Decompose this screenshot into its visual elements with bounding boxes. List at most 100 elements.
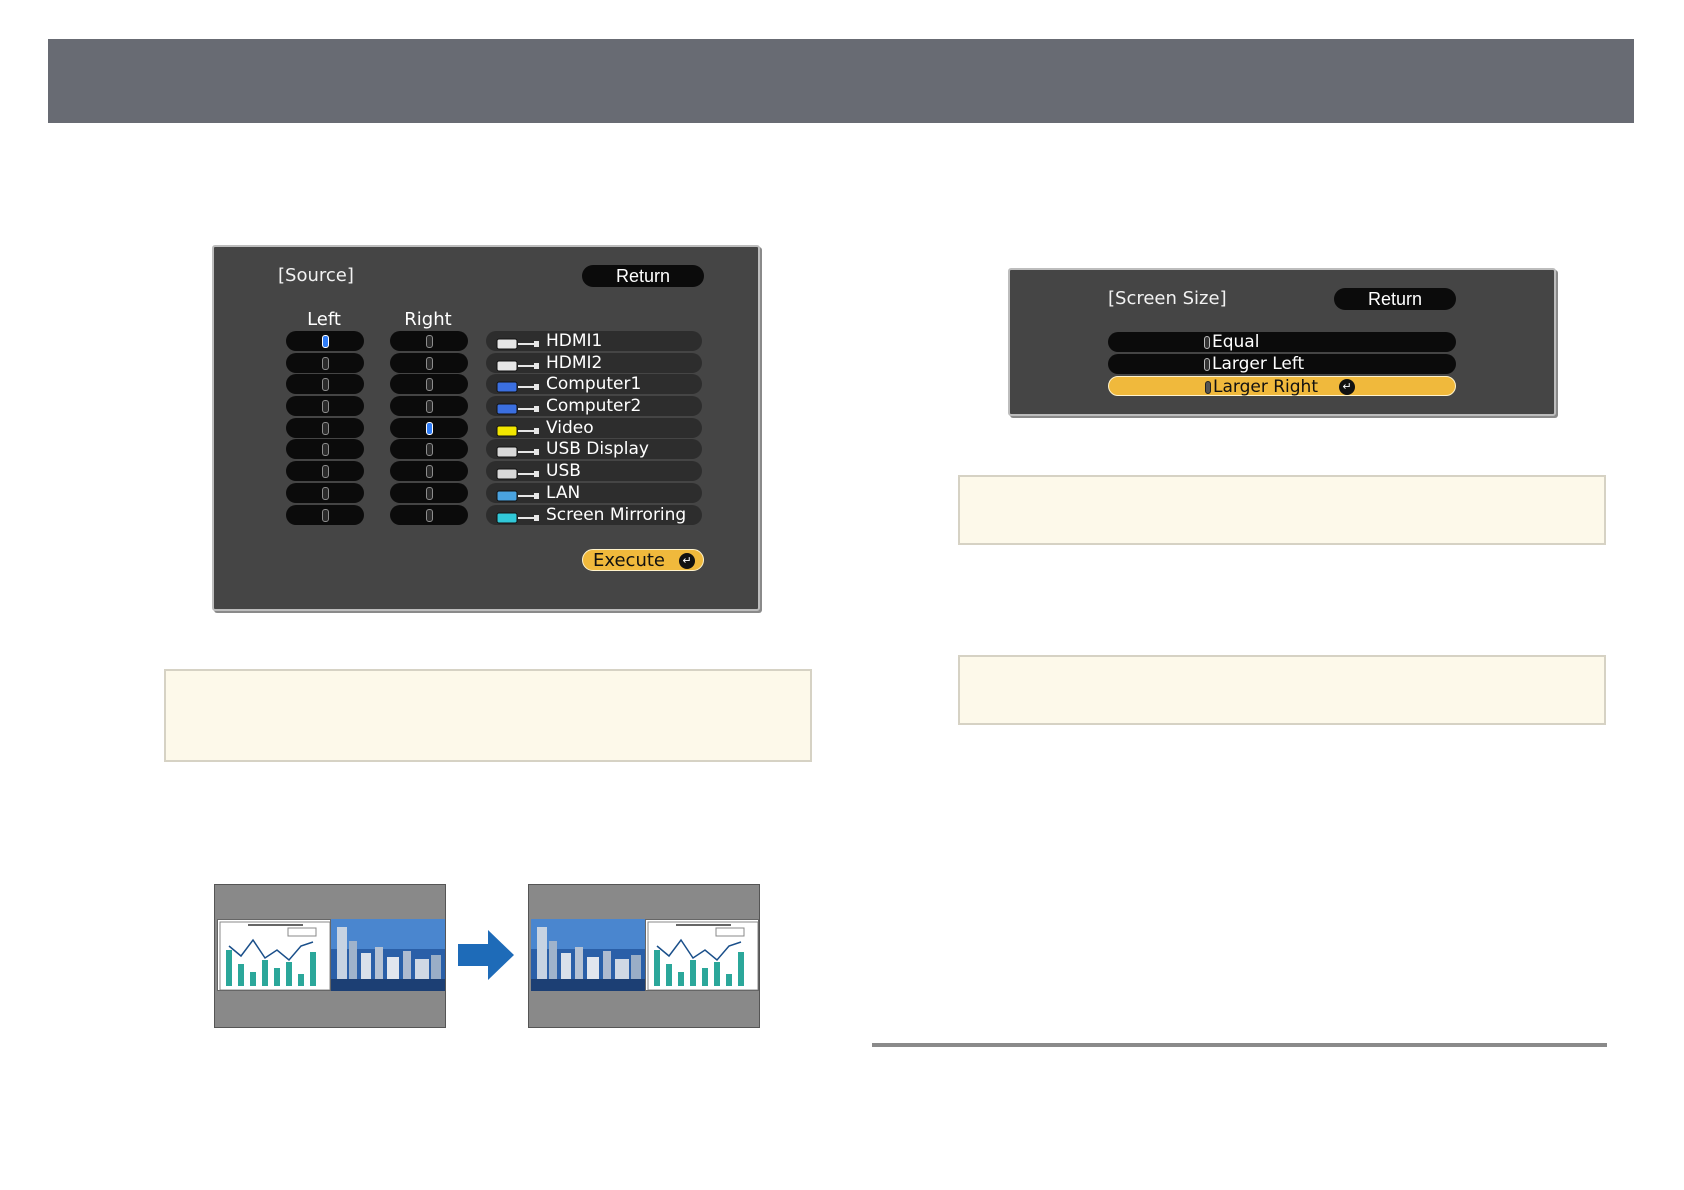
left-source-option[interactable] [286, 374, 364, 395]
right-source-option[interactable] [390, 352, 468, 373]
radio-indicator-icon [1205, 381, 1211, 394]
source-label: LAN [546, 482, 581, 503]
source-menu-title: [Source] [278, 265, 354, 286]
computer-port-icon [496, 400, 540, 415]
screen-size-option[interactable]: Larger Left [1108, 354, 1456, 374]
left-source-option[interactable] [286, 417, 364, 438]
enter-icon: ↵ [679, 553, 695, 569]
return-button[interactable]: Return [582, 265, 704, 287]
source-label: HDMI1 [546, 331, 603, 351]
lan-wireless-icon [496, 487, 540, 502]
source-item[interactable]: USB [486, 461, 702, 482]
city-photo-right [331, 919, 445, 991]
screen-size-option-label: Equal [1212, 332, 1260, 352]
screen-size-menu-title: [Screen Size] [1108, 288, 1227, 309]
source-menu-panel: [Source] Return Left Right HDMI1 HDMI2 Com… [212, 245, 760, 611]
left-source-option[interactable] [286, 439, 364, 460]
screen-size-option[interactable]: Equal [1108, 332, 1456, 352]
city-photo-graphic [531, 919, 645, 991]
radio-indicator-icon [426, 356, 433, 370]
source-list: HDMI1 HDMI2 Computer1 Computer2 Video USB Dis… [486, 331, 702, 526]
usb-icon [496, 465, 540, 480]
radio-indicator-icon [426, 400, 433, 414]
screen-size-option[interactable]: Larger Right ↵ [1108, 376, 1456, 397]
right-source-radio-column [390, 331, 468, 526]
source-label: Computer1 [546, 374, 642, 395]
right-column-header: Right [404, 309, 452, 330]
note-box-left [164, 669, 812, 762]
source-item[interactable]: HDMI1 [486, 331, 702, 351]
note-box-right-1 [958, 475, 1606, 545]
radio-indicator-icon [322, 486, 329, 500]
source-item[interactable]: USB Display [486, 439, 702, 460]
return-button[interactable]: Return [1334, 288, 1456, 310]
city-photo-left [531, 919, 645, 991]
execute-label: Execute [593, 550, 665, 571]
hdmi-icon [496, 335, 540, 350]
arrow-right-icon [458, 930, 514, 980]
city-photo-graphic [331, 919, 445, 991]
chart-thumbnail-graphic [647, 921, 758, 990]
note-box-right-2 [958, 655, 1606, 725]
left-column-header: Left [307, 309, 341, 330]
left-source-option[interactable] [286, 482, 364, 503]
right-source-option[interactable] [390, 331, 468, 351]
radio-indicator-icon [322, 400, 329, 414]
radio-indicator-icon [1204, 358, 1210, 371]
screen-size-options: Equal Larger Left Larger Right ↵ [1108, 332, 1456, 398]
left-source-option[interactable] [286, 461, 364, 482]
radio-indicator-icon [426, 421, 433, 435]
radio-indicator-icon [322, 421, 329, 435]
right-source-option[interactable] [390, 374, 468, 395]
source-item[interactable]: Computer1 [486, 374, 702, 395]
radio-indicator-icon [322, 443, 329, 457]
split-screen-before-illustration [214, 884, 446, 1028]
radio-indicator-icon [426, 465, 433, 479]
radio-indicator-icon [322, 378, 329, 392]
right-source-option[interactable] [390, 396, 468, 417]
left-source-option[interactable] [286, 331, 364, 351]
right-source-option[interactable] [390, 417, 468, 438]
radio-indicator-icon [322, 465, 329, 479]
source-label: USB [546, 461, 581, 482]
source-label: Video [546, 417, 594, 438]
usb-display-icon [496, 443, 540, 458]
footer-divider [872, 1043, 1607, 1047]
source-item[interactable]: Video [486, 417, 702, 438]
page-header-bar [48, 39, 1634, 123]
left-source-option[interactable] [286, 504, 364, 525]
source-item[interactable]: LAN [486, 482, 702, 503]
right-source-option[interactable] [390, 482, 468, 503]
source-label: HDMI2 [546, 352, 603, 373]
radio-indicator-icon [322, 335, 329, 348]
radio-indicator-icon [1204, 336, 1210, 349]
right-source-option[interactable] [390, 439, 468, 460]
radio-indicator-icon [426, 486, 433, 500]
source-label: Computer2 [546, 396, 642, 417]
radio-indicator-icon [426, 378, 433, 392]
screen-mirroring-icon [496, 509, 540, 523]
computer-port-icon [496, 378, 540, 393]
source-item[interactable]: HDMI2 [486, 352, 702, 373]
chart-thumbnail-right [645, 919, 759, 991]
video-rca-icon [496, 422, 540, 437]
radio-indicator-icon [426, 443, 433, 457]
screen-size-option-label: Larger Left [1212, 354, 1305, 374]
chart-thumbnail-graphic [219, 921, 330, 990]
left-source-radio-column [286, 331, 364, 526]
execute-button[interactable]: Execute ↵ [582, 549, 704, 571]
screen-size-menu-panel: [Screen Size] Return Equal Larger Left Lar… [1008, 268, 1556, 416]
source-item[interactable]: Computer2 [486, 396, 702, 417]
radio-indicator-icon [322, 508, 329, 522]
right-source-option[interactable] [390, 461, 468, 482]
radio-indicator-icon [426, 335, 433, 348]
enter-icon: ↵ [1339, 379, 1355, 395]
right-source-option[interactable] [390, 504, 468, 525]
screen-size-option-label: Larger Right [1213, 377, 1318, 397]
radio-indicator-icon [322, 356, 329, 370]
chart-thumbnail-left [217, 919, 331, 991]
source-item[interactable]: Screen Mirroring [486, 504, 702, 525]
left-source-option[interactable] [286, 352, 364, 373]
hdmi-icon [496, 357, 540, 372]
left-source-option[interactable] [286, 396, 364, 417]
